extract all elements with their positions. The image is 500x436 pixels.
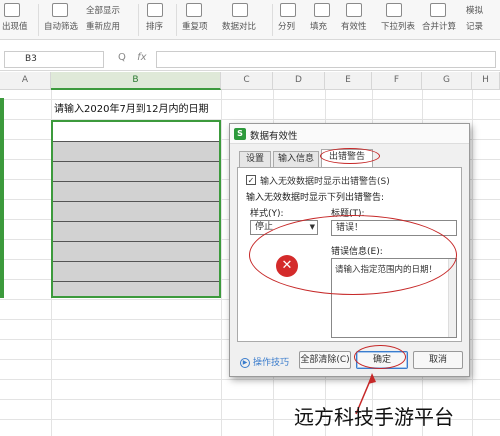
annotation-arrow	[355, 373, 376, 415]
watermark-text: 远方科技手游平台	[294, 405, 454, 429]
